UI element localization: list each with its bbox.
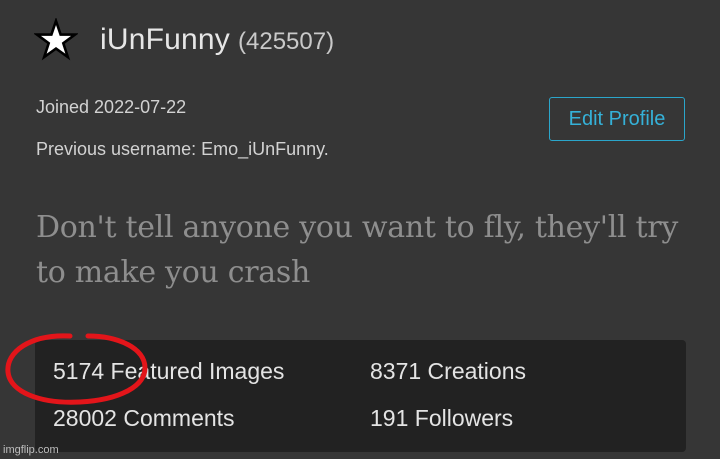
stat-featured-images[interactable]: 5174 Featured Images xyxy=(53,358,284,385)
stat-comments[interactable]: 28002 Comments xyxy=(53,405,235,432)
joined-date: Joined 2022-07-22 xyxy=(36,97,187,117)
stat-creations[interactable]: 8371 Creations xyxy=(370,358,526,385)
username: iUnFunny xyxy=(100,23,230,56)
user-points: (425507) xyxy=(238,28,335,55)
previous-username: Previous username: Emo_iUnFunny. xyxy=(36,139,329,159)
stats-panel: 5174 Featured Images 8371 Creations 2800… xyxy=(35,340,686,452)
stat-followers[interactable]: 191 Followers xyxy=(370,405,513,432)
star-icon xyxy=(34,18,78,61)
profile-header: iUnFunny (425507) xyxy=(34,18,334,62)
imgflip-watermark: imgflip.com xyxy=(3,444,59,456)
edit-profile-button[interactable]: Edit Profile xyxy=(549,97,685,141)
profile-bio: Don't tell anyone you want to fly, they'… xyxy=(36,210,678,290)
